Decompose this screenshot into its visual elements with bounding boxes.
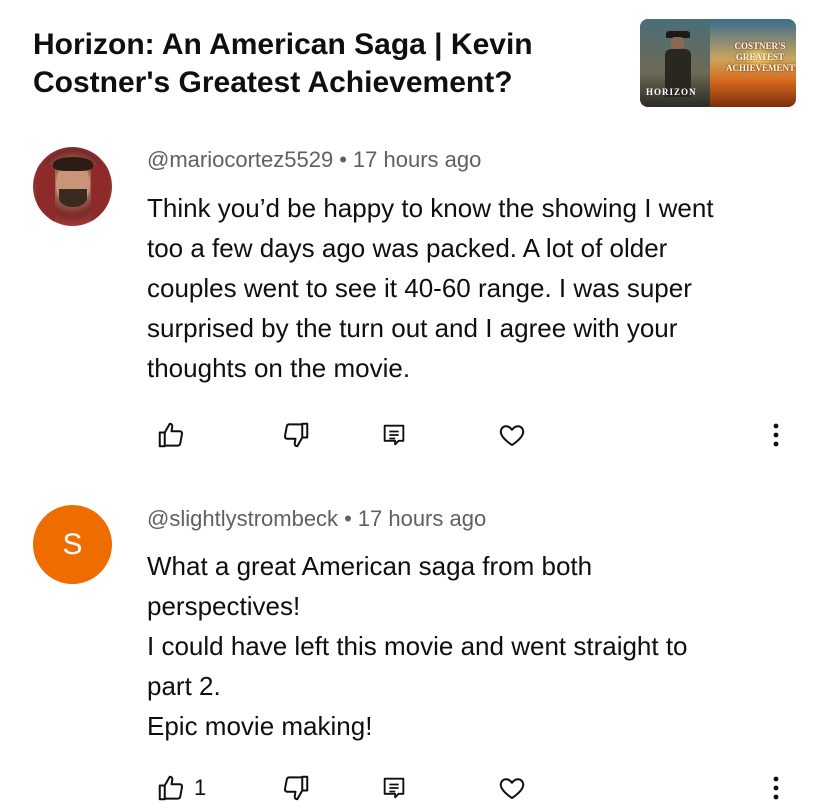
comment-text-line: What a great American saga from both [147, 551, 593, 581]
thumbs-down-icon [283, 422, 309, 448]
meta-separator: • [339, 147, 347, 172]
like-button[interactable] [156, 418, 194, 452]
video-title[interactable]: Horizon: An American Saga | Kevin Costne… [33, 26, 613, 102]
comment-text-line: couples went to see it 40-60 range. I wa… [147, 273, 692, 303]
video-header: Horizon: An American Saga | Kevin Costne… [0, 0, 828, 120]
reply-button[interactable] [380, 771, 408, 805]
reply-icon [383, 424, 405, 446]
video-thumbnail[interactable]: HORIZON COSTNER'S GREATEST ACHIEVEMENT? [640, 19, 796, 107]
comment-text: What a great American saga from both per… [147, 546, 797, 746]
comment-text-line: too a few days ago was packed. A lot of … [147, 233, 668, 263]
more-options-button[interactable] [766, 771, 786, 805]
thumbnail-horizon-label: HORIZON [646, 87, 697, 97]
comment-text-line: Epic movie making! [147, 711, 373, 741]
comment-time: 17 hours ago [357, 506, 487, 531]
heart-icon [499, 778, 525, 799]
comment-author[interactable]: @mariocortez5529 [147, 147, 333, 172]
comment-text-line: Think you’d be happy to know the showing… [147, 193, 714, 223]
comment-time: 17 hours ago [352, 147, 482, 172]
meta-separator: • [344, 506, 352, 531]
like-button[interactable]: 1 [156, 771, 206, 805]
comment-text-line: surprised by the turn out and I agree wi… [147, 313, 678, 343]
comment-actions: 1 [0, 771, 828, 811]
thumbs-up-icon [158, 422, 184, 448]
more-vertical-icon [773, 423, 779, 447]
comment-text-line: I could have left this movie and went st… [147, 631, 688, 661]
avatar[interactable] [33, 147, 112, 226]
comment-actions [0, 418, 828, 458]
comment-text-line: part 2. [147, 671, 221, 701]
comment-author[interactable]: @slightlystrombeck [147, 506, 338, 531]
avatar[interactable]: S [33, 505, 112, 584]
reply-button[interactable] [380, 418, 408, 452]
comment-text-line: thoughts on the movie. [147, 353, 411, 383]
more-options-button[interactable] [766, 418, 786, 452]
thumbs-up-icon [158, 775, 184, 801]
like-count: 1 [194, 775, 207, 800]
cowboy-head-graphic [671, 37, 684, 49]
thumbnail-caption: COSTNER'S GREATEST ACHIEVEMENT? [726, 41, 796, 73]
heart-button[interactable] [496, 771, 528, 805]
dislike-button[interactable] [281, 771, 311, 805]
heart-icon [499, 425, 525, 446]
comment-meta: @slightlystrombeck • 17 hours ago [147, 506, 486, 532]
comment-text: Think you’d be happy to know the showing… [147, 188, 797, 388]
heart-button[interactable] [496, 418, 528, 452]
reply-icon [383, 777, 405, 799]
more-vertical-icon [773, 776, 779, 800]
comment-text-line: perspectives! [147, 591, 301, 621]
thumbs-down-icon [283, 775, 309, 801]
comment-meta: @mariocortez5529 • 17 hours ago [147, 147, 481, 173]
dislike-button[interactable] [281, 418, 311, 452]
